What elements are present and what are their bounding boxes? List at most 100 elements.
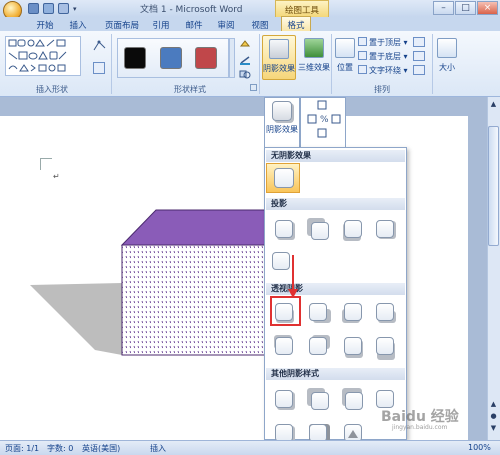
perspective-shadow-option[interactable] bbox=[342, 335, 364, 358]
tab-references[interactable]: 引用 bbox=[150, 17, 172, 31]
tab-page-layout[interactable]: 页面布局 bbox=[102, 17, 142, 31]
status-insert-mode[interactable]: 插入 bbox=[150, 443, 166, 454]
bring-to-front-button[interactable]: 置于顶层 ▾ bbox=[358, 37, 408, 48]
shape-styles-group-label: 形状样式 bbox=[174, 85, 206, 94]
style-swatch-blue[interactable] bbox=[160, 47, 182, 69]
edit-shape-icon[interactable] bbox=[93, 40, 107, 52]
other-shadow-option[interactable] bbox=[307, 388, 329, 410]
window-title: 文档 1 - Microsoft Word bbox=[140, 5, 243, 15]
shape-gallery[interactable] bbox=[5, 36, 81, 76]
text-wrap-icon bbox=[358, 65, 367, 74]
previous-page-icon[interactable]: ▲ bbox=[488, 400, 499, 410]
perspective-shadow-option[interactable] bbox=[273, 335, 295, 357]
other-shadow-section-header: 其他阴影样式 bbox=[266, 368, 405, 380]
size-button[interactable]: 大小 bbox=[436, 35, 458, 80]
customize-toolbar-icon[interactable]: ▾ bbox=[73, 5, 77, 13]
other-shadow-option[interactable] bbox=[342, 388, 364, 410]
bring-to-front-icon bbox=[358, 37, 367, 46]
drop-shadow-option[interactable] bbox=[342, 218, 364, 241]
text-wrap-label: 文字环绕 bbox=[369, 66, 401, 75]
no-shadow-swatch bbox=[274, 168, 294, 188]
tab-view[interactable]: 视图 bbox=[249, 17, 271, 31]
fill-color-icon[interactable] bbox=[239, 39, 251, 49]
tab-format[interactable]: 格式 bbox=[281, 16, 311, 32]
status-bar: 页面: 1/1 字数: 0 英语(美国) 插入 100% bbox=[0, 440, 500, 455]
shadow-effects-button-label: 阴影效果 bbox=[263, 64, 295, 73]
insert-shapes-group-label: 插入形状 bbox=[36, 85, 68, 94]
cube-top-face bbox=[120, 209, 266, 246]
browse-object-icon[interactable]: ● bbox=[488, 412, 499, 422]
window-controls: – □ × bbox=[432, 0, 500, 17]
tab-insert[interactable]: 插入 bbox=[67, 17, 89, 31]
text-box-icon[interactable] bbox=[93, 62, 105, 74]
arrange-group-label: 排列 bbox=[374, 85, 390, 94]
drop-shadow-option[interactable] bbox=[273, 218, 295, 240]
annotation-highlight-box bbox=[270, 296, 301, 326]
align-icon[interactable] bbox=[413, 37, 425, 47]
3d-effects-button[interactable]: 三维效果 bbox=[298, 35, 330, 80]
maximize-button[interactable]: □ bbox=[455, 1, 476, 15]
perspective-shadow-option[interactable] bbox=[342, 301, 364, 323]
status-language[interactable]: 英语(美国) bbox=[82, 443, 120, 454]
size-icon bbox=[437, 38, 457, 58]
undo-icon[interactable] bbox=[43, 3, 54, 14]
close-button[interactable]: × bbox=[477, 1, 498, 15]
group-separator bbox=[111, 34, 112, 94]
tab-mailings[interactable]: 邮件 bbox=[183, 17, 205, 31]
style-swatch-black[interactable] bbox=[124, 47, 146, 69]
change-shape-icon[interactable] bbox=[239, 69, 251, 79]
style-swatch-red[interactable] bbox=[195, 47, 217, 69]
shadow-effects-dropdown-button[interactable]: 阴影效果 bbox=[264, 97, 300, 147]
shadow-effects-button[interactable]: 阴影效果 bbox=[262, 35, 296, 80]
status-page[interactable]: 页面: 1/1 bbox=[5, 443, 39, 454]
status-zoom-level[interactable]: 100% bbox=[468, 443, 491, 452]
group-separator bbox=[432, 34, 433, 94]
style-gallery-scroll[interactable] bbox=[229, 38, 235, 78]
perspective-shadow-option[interactable] bbox=[374, 301, 396, 323]
scrollbar-thumb[interactable] bbox=[488, 126, 499, 246]
scroll-up-icon[interactable]: ▲ bbox=[488, 100, 499, 110]
dialog-launcher-icon[interactable] bbox=[250, 84, 257, 91]
drop-shadow-option[interactable] bbox=[374, 218, 396, 240]
paragraph-mark: ↵ bbox=[53, 172, 60, 181]
drop-shadow-section-header: 投影 bbox=[266, 198, 405, 210]
send-to-back-button[interactable]: 置于底层 ▾ bbox=[358, 51, 408, 62]
cube-front-face bbox=[121, 244, 268, 356]
watermark-text: Baidu 经验 bbox=[381, 409, 459, 425]
cube-shape[interactable] bbox=[25, 205, 275, 360]
group-separator bbox=[259, 34, 260, 94]
svg-text:%: % bbox=[320, 115, 329, 125]
rotate-icon[interactable] bbox=[413, 65, 425, 75]
perspective-shadow-option[interactable] bbox=[307, 335, 330, 357]
position-button-label: 位置 bbox=[337, 63, 353, 72]
position-button[interactable]: 位置 bbox=[334, 35, 356, 80]
perspective-shadow-option[interactable] bbox=[307, 301, 331, 323]
status-word-count[interactable]: 字数: 0 bbox=[47, 443, 73, 454]
annotation-arrow bbox=[288, 255, 298, 298]
tab-review[interactable]: 审阅 bbox=[215, 17, 237, 31]
group-separator bbox=[331, 34, 332, 94]
save-icon[interactable] bbox=[28, 3, 39, 14]
margin-corner-mark bbox=[40, 158, 52, 170]
shadow-effects-icon bbox=[269, 39, 289, 59]
send-to-back-label: 置于底层 bbox=[369, 52, 401, 61]
shadow-effects-dropdown-label: 阴影效果 bbox=[266, 125, 298, 134]
next-page-icon[interactable]: ▼ bbox=[488, 424, 499, 434]
send-to-back-icon bbox=[358, 51, 367, 60]
drop-shadow-option[interactable] bbox=[307, 218, 329, 240]
nudge-left-icon bbox=[307, 114, 317, 124]
group-icon[interactable] bbox=[413, 51, 425, 61]
other-shadow-option[interactable] bbox=[273, 388, 295, 410]
minimize-button[interactable]: – bbox=[433, 1, 454, 15]
text-wrap-button[interactable]: 文字环绕 ▾ bbox=[358, 65, 408, 76]
outline-color-icon[interactable] bbox=[239, 55, 251, 65]
tab-home[interactable]: 开始 bbox=[34, 17, 56, 31]
redo-icon[interactable] bbox=[58, 3, 69, 14]
cube-shadow bbox=[30, 283, 122, 355]
nudge-right-icon bbox=[331, 114, 341, 124]
3d-effects-icon bbox=[304, 38, 324, 58]
perspective-shadow-option[interactable] bbox=[374, 335, 396, 360]
watermark-url: jingyan.baidu.com bbox=[392, 424, 448, 431]
nudge-down-icon bbox=[317, 128, 327, 138]
size-button-label: 大小 bbox=[439, 63, 455, 72]
